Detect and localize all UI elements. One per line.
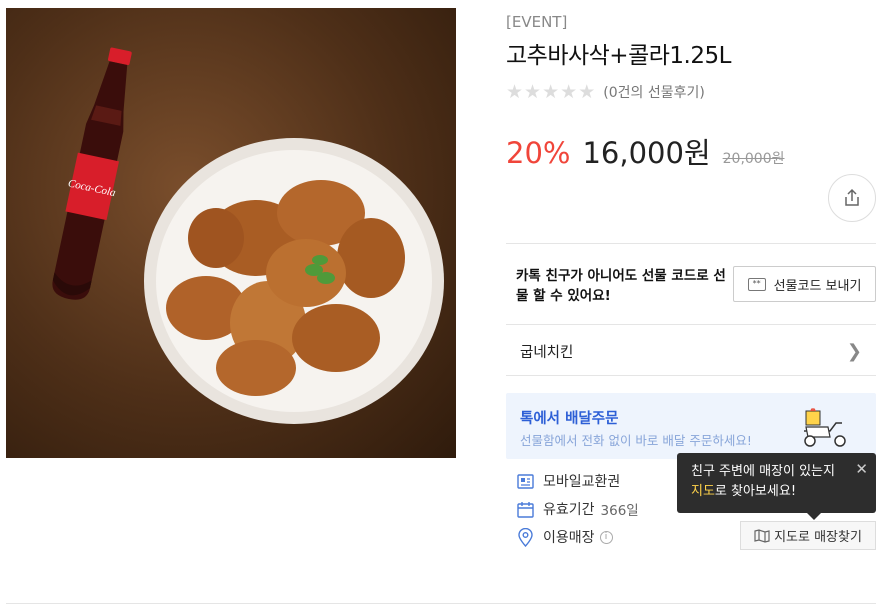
find-store-map-label: 지도로 매장찾기 — [774, 530, 862, 545]
tooltip-line2: 지도로 찾아보세요! — [691, 482, 862, 502]
product-image: Coca-Cola — [6, 8, 456, 458]
delivery-title: 톡에서 배달주문 — [520, 411, 619, 427]
original-price: 20,000원 — [722, 151, 785, 167]
voucher-type-label: 모바일교환권 — [543, 474, 621, 490]
divider — [506, 324, 876, 325]
event-tag: [EVENT] — [506, 13, 568, 31]
close-icon[interactable]: ✕ — [855, 459, 868, 479]
star-icon: ★ — [506, 80, 524, 103]
delivery-subtitle: 선물함에서 전화 없이 바로 배달 주문하세요! — [520, 433, 752, 448]
map-tooltip: 친구 주변에 매장이 있는지 지도로 찾아보세요! ✕ — [677, 453, 876, 520]
product-title: 고추바사삭+콜라1.25L — [506, 43, 731, 69]
send-gift-code-button[interactable]: ** 선물코드 보내기 — [733, 266, 876, 302]
voucher-type: 모바일교환권 — [516, 471, 620, 491]
share-button[interactable] — [828, 174, 876, 222]
discount-rate: 20% — [506, 136, 571, 170]
voucher-icon — [516, 472, 534, 490]
gift-code-message: 카톡 친구가 아니어도 선물 코드로 선물 할 수 있어요! — [516, 268, 726, 304]
tooltip-line2-rest: 로 찾아보세요! — [714, 484, 797, 499]
delivery-scooter-icon — [804, 408, 846, 447]
map-icon — [754, 528, 770, 543]
divider — [6, 603, 876, 604]
review-count[interactable]: (0건의 선물후기) — [603, 82, 705, 102]
tooltip-highlight: 지도 — [691, 484, 715, 499]
find-store-map-button[interactable]: 지도로 매장찾기 — [740, 521, 876, 550]
store-info: 이용매장 i — [516, 527, 613, 547]
brand-link[interactable]: 굽네치킨 ❯ — [506, 326, 876, 376]
validity: 유효기간 366일 — [516, 499, 639, 519]
star-icon: ★ — [578, 80, 596, 103]
divider — [506, 375, 876, 376]
store-label: 이용매장 — [543, 530, 595, 546]
brand-name: 굽네치킨 — [520, 344, 574, 361]
star-icon: ★ — [542, 80, 560, 103]
location-pin-icon — [516, 527, 534, 547]
gift-code-icon: ** — [747, 277, 766, 291]
star-icon: ★ — [524, 80, 542, 103]
price-row: 20% 16,000원 20,000원 — [506, 130, 785, 172]
star-icon: ★ — [560, 80, 578, 103]
sale-price: 16,000원 — [582, 136, 711, 170]
star-rating: ★ ★ ★ ★ ★ — [506, 80, 596, 103]
send-gift-code-label: 선물코드 보내기 — [773, 278, 862, 294]
validity-value: 366일 — [600, 503, 639, 519]
tooltip-line1: 친구 주변에 매장이 있는지 — [691, 464, 835, 479]
divider — [506, 243, 876, 244]
share-icon — [845, 188, 859, 206]
chevron-right-icon: ❯ — [846, 340, 862, 362]
rating: ★ ★ ★ ★ ★ (0건의 선물후기) — [506, 82, 705, 102]
delivery-order-banner[interactable]: 톡에서 배달주문 선물함에서 전화 없이 바로 배달 주문하세요! — [506, 393, 876, 459]
calendar-icon — [516, 500, 534, 518]
validity-label: 유효기간 — [543, 502, 595, 518]
info-icon[interactable]: i — [599, 530, 613, 544]
